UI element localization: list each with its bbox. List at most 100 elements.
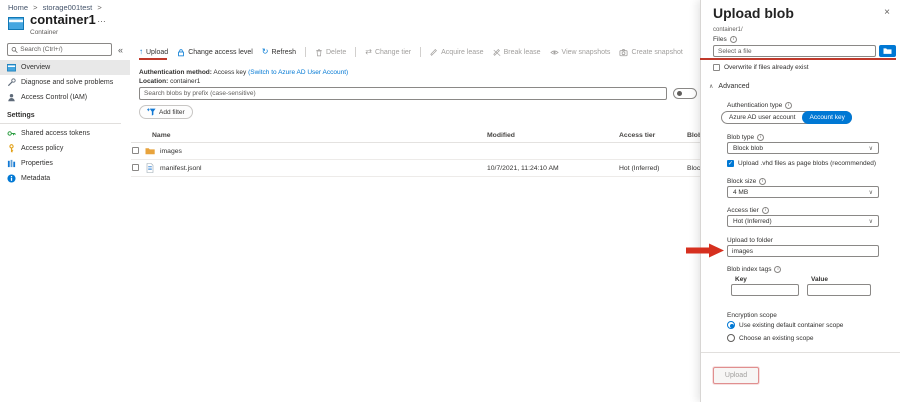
table-row[interactable]: images: [131, 143, 700, 160]
encryption-option-default[interactable]: Use existing default container scope: [727, 321, 843, 329]
change-tier-button[interactable]: ⇄ Change tier: [365, 48, 411, 56]
auth-type-pill: Azure AD user account Account key: [721, 111, 852, 124]
breadcrumb-home[interactable]: Home: [8, 3, 28, 12]
location-label: Location:: [139, 78, 168, 85]
chevron-down-icon: ∨: [869, 145, 873, 152]
tags-value-header: Value: [811, 276, 828, 283]
toolbar-label: Acquire lease: [441, 49, 483, 56]
container-icon: [7, 63, 16, 72]
blob-name-link[interactable]: images: [160, 148, 182, 155]
column-header-access-tier[interactable]: Access tier: [619, 132, 655, 139]
info-icon: [7, 174, 16, 183]
column-header-name[interactable]: Name: [152, 132, 171, 139]
tag-key-input[interactable]: [736, 287, 794, 294]
encryption-scope-label: Encryption scope: [727, 312, 777, 319]
tag-key-field: [731, 284, 799, 296]
upload-arrow-icon: ↑: [139, 48, 143, 56]
info-icon: i: [785, 102, 792, 109]
tag-value-input[interactable]: [812, 287, 866, 294]
more-menu-icon[interactable]: …: [97, 14, 106, 24]
sidebar-nav: Overview Diagnose and solve problems Acc…: [0, 60, 130, 186]
sidebar-search-input[interactable]: [20, 46, 108, 53]
chevron-down-icon: ∨: [869, 218, 873, 225]
red-arrow-annotation: [686, 243, 724, 258]
panel-title: Upload blob: [713, 5, 794, 21]
breadcrumb-storage-account[interactable]: storage001test: [43, 3, 93, 12]
info-icon: i: [774, 266, 781, 273]
toolbar-label: Upload: [146, 49, 168, 56]
blob-type-select[interactable]: Block blob ∨: [727, 142, 879, 154]
refresh-button[interactable]: ↻ Refresh: [262, 48, 296, 56]
red-underline-annotation: [139, 58, 167, 60]
radio-unselected[interactable]: [727, 334, 735, 342]
blob-name-link[interactable]: manifest.jsonl: [160, 165, 202, 172]
acquire-lease-button[interactable]: Acquire lease: [430, 48, 483, 57]
view-snapshots-button[interactable]: View snapshots: [550, 48, 611, 57]
blob-search-input[interactable]: [144, 90, 662, 97]
add-filter-button[interactable]: Add filter: [139, 105, 193, 119]
auth-option-azure-ad[interactable]: Azure AD user account: [722, 114, 802, 121]
overwrite-label: Overwrite if files already exist: [724, 64, 809, 71]
refresh-icon: ↻: [262, 48, 269, 56]
block-size-select[interactable]: 4 MB ∨: [727, 186, 879, 198]
encryption-option-choose[interactable]: Choose an existing scope: [727, 334, 813, 342]
auth-method-value: Access key: [213, 69, 246, 76]
toolbar-label: Change tier: [375, 49, 411, 56]
divider: [701, 352, 900, 353]
toolbar-label: Refresh: [271, 49, 296, 56]
page-title: container1: [30, 12, 96, 27]
lock-icon: [177, 48, 185, 57]
create-snapshot-button[interactable]: Create snapshot: [619, 48, 682, 57]
chevron-up-icon: ∧: [709, 83, 713, 90]
page-subtitle: Container: [30, 29, 58, 36]
divider: [0, 123, 121, 124]
file-picker-input[interactable]: [718, 48, 871, 55]
sidebar-item-label: Properties: [21, 160, 53, 167]
blob-modified: 10/7/2021, 11:24:10 AM: [487, 165, 559, 172]
folder-open-icon: [883, 47, 892, 55]
blob-type-value: Block blob: [733, 145, 763, 152]
panel-subtitle: container1/: [713, 27, 743, 33]
sidebar-item-properties[interactable]: Properties: [0, 156, 130, 171]
row-checkbox[interactable]: [132, 164, 139, 171]
advanced-expander[interactable]: ∧ Advanced: [709, 83, 750, 90]
show-deleted-toggle[interactable]: [673, 88, 697, 99]
overwrite-checkbox[interactable]: [713, 64, 720, 71]
auth-type-label: Authentication type i: [727, 102, 792, 109]
toolbar-label: Create snapshot: [631, 49, 682, 56]
sidebar-item-metadata[interactable]: Metadata: [0, 171, 130, 186]
sidebar-item-overview[interactable]: Overview: [0, 60, 130, 75]
sidebar-item-shared-access-tokens[interactable]: Shared access tokens: [0, 126, 130, 141]
vhd-checkbox[interactable]: ✓: [727, 160, 734, 167]
upload-button[interactable]: ↑ Upload: [139, 48, 168, 56]
sidebar-item-diagnose[interactable]: Diagnose and solve problems: [0, 75, 130, 90]
collapse-sidebar-icon[interactable]: «: [118, 45, 123, 55]
auth-option-account-key[interactable]: Account key: [802, 111, 851, 124]
upload-to-folder-field: [727, 245, 879, 257]
info-icon: i: [757, 134, 764, 141]
switch-auth-link[interactable]: (Switch to Azure AD User Account): [248, 69, 348, 76]
break-lease-button[interactable]: Break lease: [493, 48, 541, 57]
sidebar-item-label: Metadata: [21, 175, 50, 182]
block-size-label: Block size i: [727, 178, 766, 185]
upload-to-folder-input[interactable]: [732, 248, 874, 255]
table-row[interactable]: manifest.jsonl 10/7/2021, 11:24:10 AM Ho…: [131, 160, 700, 177]
change-access-level-button[interactable]: Change access level: [177, 48, 253, 57]
sidebar-item-label: Diagnose and solve problems: [21, 79, 113, 86]
azure-portal-container-blade: Home > storage001test > container1 … Con…: [0, 0, 900, 402]
search-icon: [11, 46, 18, 54]
key-icon: [7, 144, 16, 153]
upload-to-folder-label: Upload to folder: [727, 237, 773, 244]
row-checkbox[interactable]: [132, 147, 139, 154]
column-header-modified[interactable]: Modified: [487, 132, 515, 139]
delete-button[interactable]: Delete: [315, 48, 346, 57]
filter-funnel-icon: [147, 107, 156, 117]
panel-upload-button[interactable]: Upload: [713, 367, 759, 384]
close-icon[interactable]: ×: [884, 7, 890, 18]
radio-selected[interactable]: [727, 321, 735, 329]
browse-files-button[interactable]: [879, 45, 896, 57]
sidebar-item-access-control[interactable]: Access Control (IAM): [0, 90, 130, 105]
sidebar-item-access-policy[interactable]: Access policy: [0, 141, 130, 156]
access-tier-select[interactable]: Hot (Inferred) ∨: [727, 215, 879, 227]
lease-pen-icon: [430, 48, 438, 57]
